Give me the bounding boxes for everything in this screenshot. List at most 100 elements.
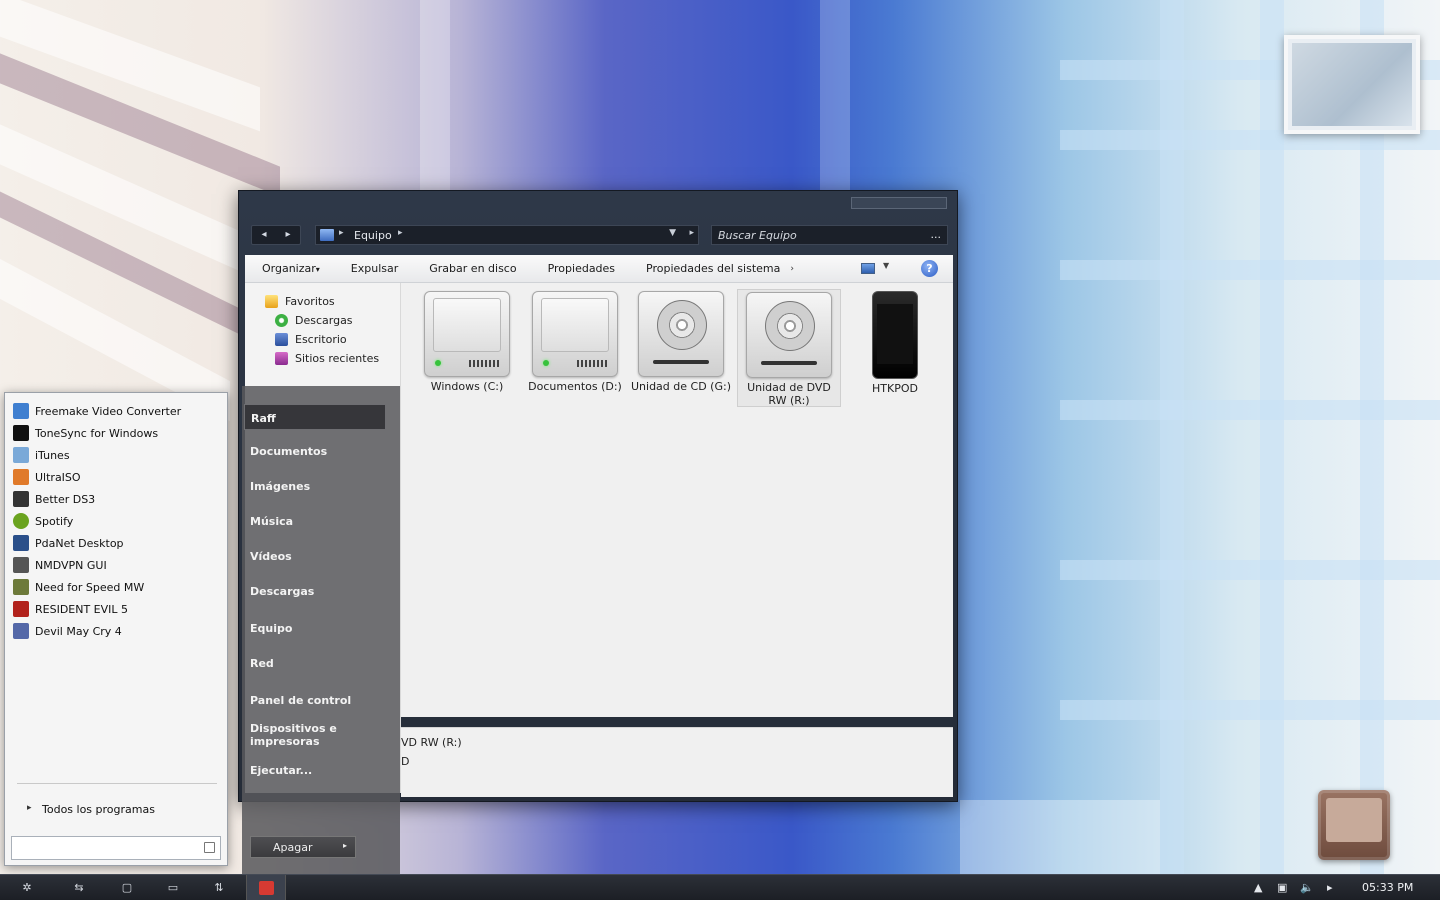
place-downloads[interactable]: Descargas bbox=[250, 585, 314, 598]
gamepad-icon bbox=[13, 491, 29, 507]
drive-r[interactable]: Unidad de DVD RW (R:) bbox=[737, 289, 841, 407]
back-icon[interactable]: ◂ bbox=[252, 226, 276, 244]
program-item[interactable]: ToneSync for Windows bbox=[13, 423, 158, 443]
transfer-icon[interactable]: ⇅ bbox=[196, 875, 242, 900]
optical-drive-icon bbox=[746, 292, 832, 378]
command-bar: Organizar▾ Expulsar Grabar en disco Prop… bbox=[245, 255, 953, 283]
download-icon bbox=[275, 314, 288, 327]
tonesync-icon bbox=[13, 425, 29, 441]
chevron-down-icon[interactable]: ▼ bbox=[883, 261, 889, 270]
breadcrumb-location[interactable]: Equipo bbox=[354, 229, 392, 242]
photo-widget-image bbox=[1292, 43, 1412, 126]
search-options-icon[interactable]: ... bbox=[931, 228, 942, 241]
chevron-down-icon[interactable]: ▼ bbox=[669, 228, 676, 238]
nav-item-recent[interactable]: Sitios recientes bbox=[275, 352, 379, 365]
divider bbox=[17, 783, 217, 784]
program-item[interactable]: Need for Speed MW bbox=[13, 577, 144, 597]
start-menu-programs: Freemake Video Converter ToneSync for Wi… bbox=[4, 392, 228, 866]
window-controls[interactable] bbox=[851, 197, 947, 209]
place-run[interactable]: Ejecutar... bbox=[250, 764, 312, 777]
nav-item-desktop[interactable]: Escritorio bbox=[275, 333, 347, 346]
show-desktop-icon[interactable]: ▭ bbox=[150, 875, 196, 900]
itunes-icon bbox=[13, 447, 29, 463]
program-item[interactable]: PdaNet Desktop bbox=[13, 533, 124, 553]
details-subtitle: D bbox=[401, 755, 410, 768]
devil-may-cry-icon bbox=[13, 623, 29, 639]
nfs-icon bbox=[13, 579, 29, 595]
drive-htkpod[interactable]: HTKPOD bbox=[845, 291, 945, 395]
nav-buttons: ◂ ▸ bbox=[251, 225, 301, 245]
eject-button[interactable]: Expulsar bbox=[334, 262, 412, 275]
media-play-icon[interactable]: ▸ bbox=[1327, 875, 1333, 900]
program-item[interactable]: Better DS3 bbox=[13, 489, 95, 509]
nmdvpn-icon bbox=[13, 557, 29, 573]
start-menu-places: Raff Documentos Imágenes Música Vídeos D… bbox=[242, 386, 400, 874]
chevron-down-icon: ▾ bbox=[315, 265, 320, 274]
drive-d[interactable]: Documentos (D:) bbox=[525, 291, 625, 393]
taskbar: ✲ ⇆ ▢ ▭ ⇅ ▲ ▣ 🔈 ▸ 05:33 PM bbox=[0, 874, 1440, 900]
place-pictures[interactable]: Imágenes bbox=[250, 480, 310, 493]
ipod-icon bbox=[872, 291, 918, 379]
details-title: VD RW (R:) bbox=[401, 736, 462, 749]
start-search-input[interactable] bbox=[11, 836, 221, 860]
star-folder-icon bbox=[265, 295, 278, 308]
hard-drive-icon bbox=[532, 291, 618, 377]
program-item[interactable]: Devil May Cry 4 bbox=[13, 621, 122, 641]
hard-drive-icon bbox=[424, 291, 510, 377]
chevron-right-icon: ▸ bbox=[27, 803, 32, 813]
network-icon[interactable]: ▣ bbox=[1277, 875, 1287, 900]
all-programs-button[interactable]: Todos los programas bbox=[42, 803, 155, 816]
optical-drive-icon bbox=[638, 291, 724, 377]
window-icon[interactable]: ▢ bbox=[104, 875, 150, 900]
more-commands-icon[interactable]: › bbox=[790, 264, 794, 274]
breadcrumb-separator-icon[interactable]: ▸ bbox=[398, 228, 403, 238]
spotify-icon bbox=[13, 513, 29, 529]
nav-item-downloads[interactable]: Descargas bbox=[275, 314, 353, 327]
chevron-right-icon[interactable]: ▸ bbox=[343, 841, 347, 850]
place-computer[interactable]: Equipo bbox=[250, 622, 292, 635]
organize-button[interactable]: Organizar▾ bbox=[245, 262, 334, 275]
switch-windows-icon[interactable]: ⇆ bbox=[56, 875, 102, 900]
place-videos[interactable]: Vídeos bbox=[250, 550, 292, 563]
drive-g[interactable]: Unidad de CD (G:) bbox=[631, 291, 731, 393]
system-properties-button[interactable]: Propiedades del sistema bbox=[629, 262, 794, 275]
go-arrow-icon[interactable]: ▸ bbox=[689, 228, 694, 238]
photo-widget[interactable] bbox=[1284, 35, 1420, 134]
place-devices-printers[interactable]: Dispositivos e impresoras bbox=[250, 722, 370, 748]
program-item[interactable]: Freemake Video Converter bbox=[13, 401, 181, 421]
shutdown-button[interactable]: Apagar ▸ bbox=[250, 836, 356, 858]
program-item[interactable]: RESIDENT EVIL 5 bbox=[13, 599, 128, 619]
place-network[interactable]: Red bbox=[250, 657, 274, 670]
forward-icon[interactable]: ▸ bbox=[276, 226, 300, 244]
recycle-bin-icon[interactable] bbox=[1318, 790, 1390, 860]
program-item[interactable]: iTunes bbox=[13, 445, 70, 465]
program-item[interactable]: NMDVPN GUI bbox=[13, 555, 107, 575]
recent-icon bbox=[275, 352, 288, 365]
ultraiso-icon bbox=[13, 469, 29, 485]
resident-evil-icon bbox=[13, 601, 29, 617]
clock[interactable]: 05:33 PM bbox=[1362, 875, 1413, 900]
program-item[interactable]: UltraISO bbox=[13, 467, 81, 487]
address-bar[interactable]: ▸ Equipo ▸ ▼ ▸ bbox=[315, 225, 699, 245]
start-button[interactable]: ✲ bbox=[4, 875, 50, 900]
program-item[interactable]: Spotify bbox=[13, 511, 73, 531]
taskbar-app-explorer[interactable] bbox=[246, 875, 286, 900]
search-placeholder: Buscar Equipo bbox=[718, 229, 797, 242]
volume-icon[interactable]: 🔈 bbox=[1300, 875, 1314, 900]
desktop-icon bbox=[275, 333, 288, 346]
place-music[interactable]: Música bbox=[250, 515, 293, 528]
search-input[interactable]: Buscar Equipo ... bbox=[711, 225, 948, 245]
view-icon[interactable] bbox=[861, 263, 875, 274]
computer-icon bbox=[320, 229, 334, 241]
help-icon[interactable]: ? bbox=[921, 260, 938, 277]
burn-disc-button[interactable]: Grabar en disco bbox=[412, 262, 530, 275]
place-user[interactable]: Raff bbox=[244, 404, 386, 430]
nav-item-favorites[interactable]: Favoritos bbox=[265, 295, 335, 308]
properties-button[interactable]: Propiedades bbox=[531, 262, 629, 275]
tray-expand-icon[interactable]: ▲ bbox=[1254, 875, 1262, 900]
drive-c[interactable]: Windows (C:) bbox=[417, 291, 517, 393]
place-control-panel[interactable]: Panel de control bbox=[250, 694, 351, 707]
place-documents[interactable]: Documentos bbox=[250, 445, 327, 458]
search-icon[interactable] bbox=[204, 842, 215, 853]
breadcrumb-separator-icon[interactable]: ▸ bbox=[339, 228, 344, 238]
